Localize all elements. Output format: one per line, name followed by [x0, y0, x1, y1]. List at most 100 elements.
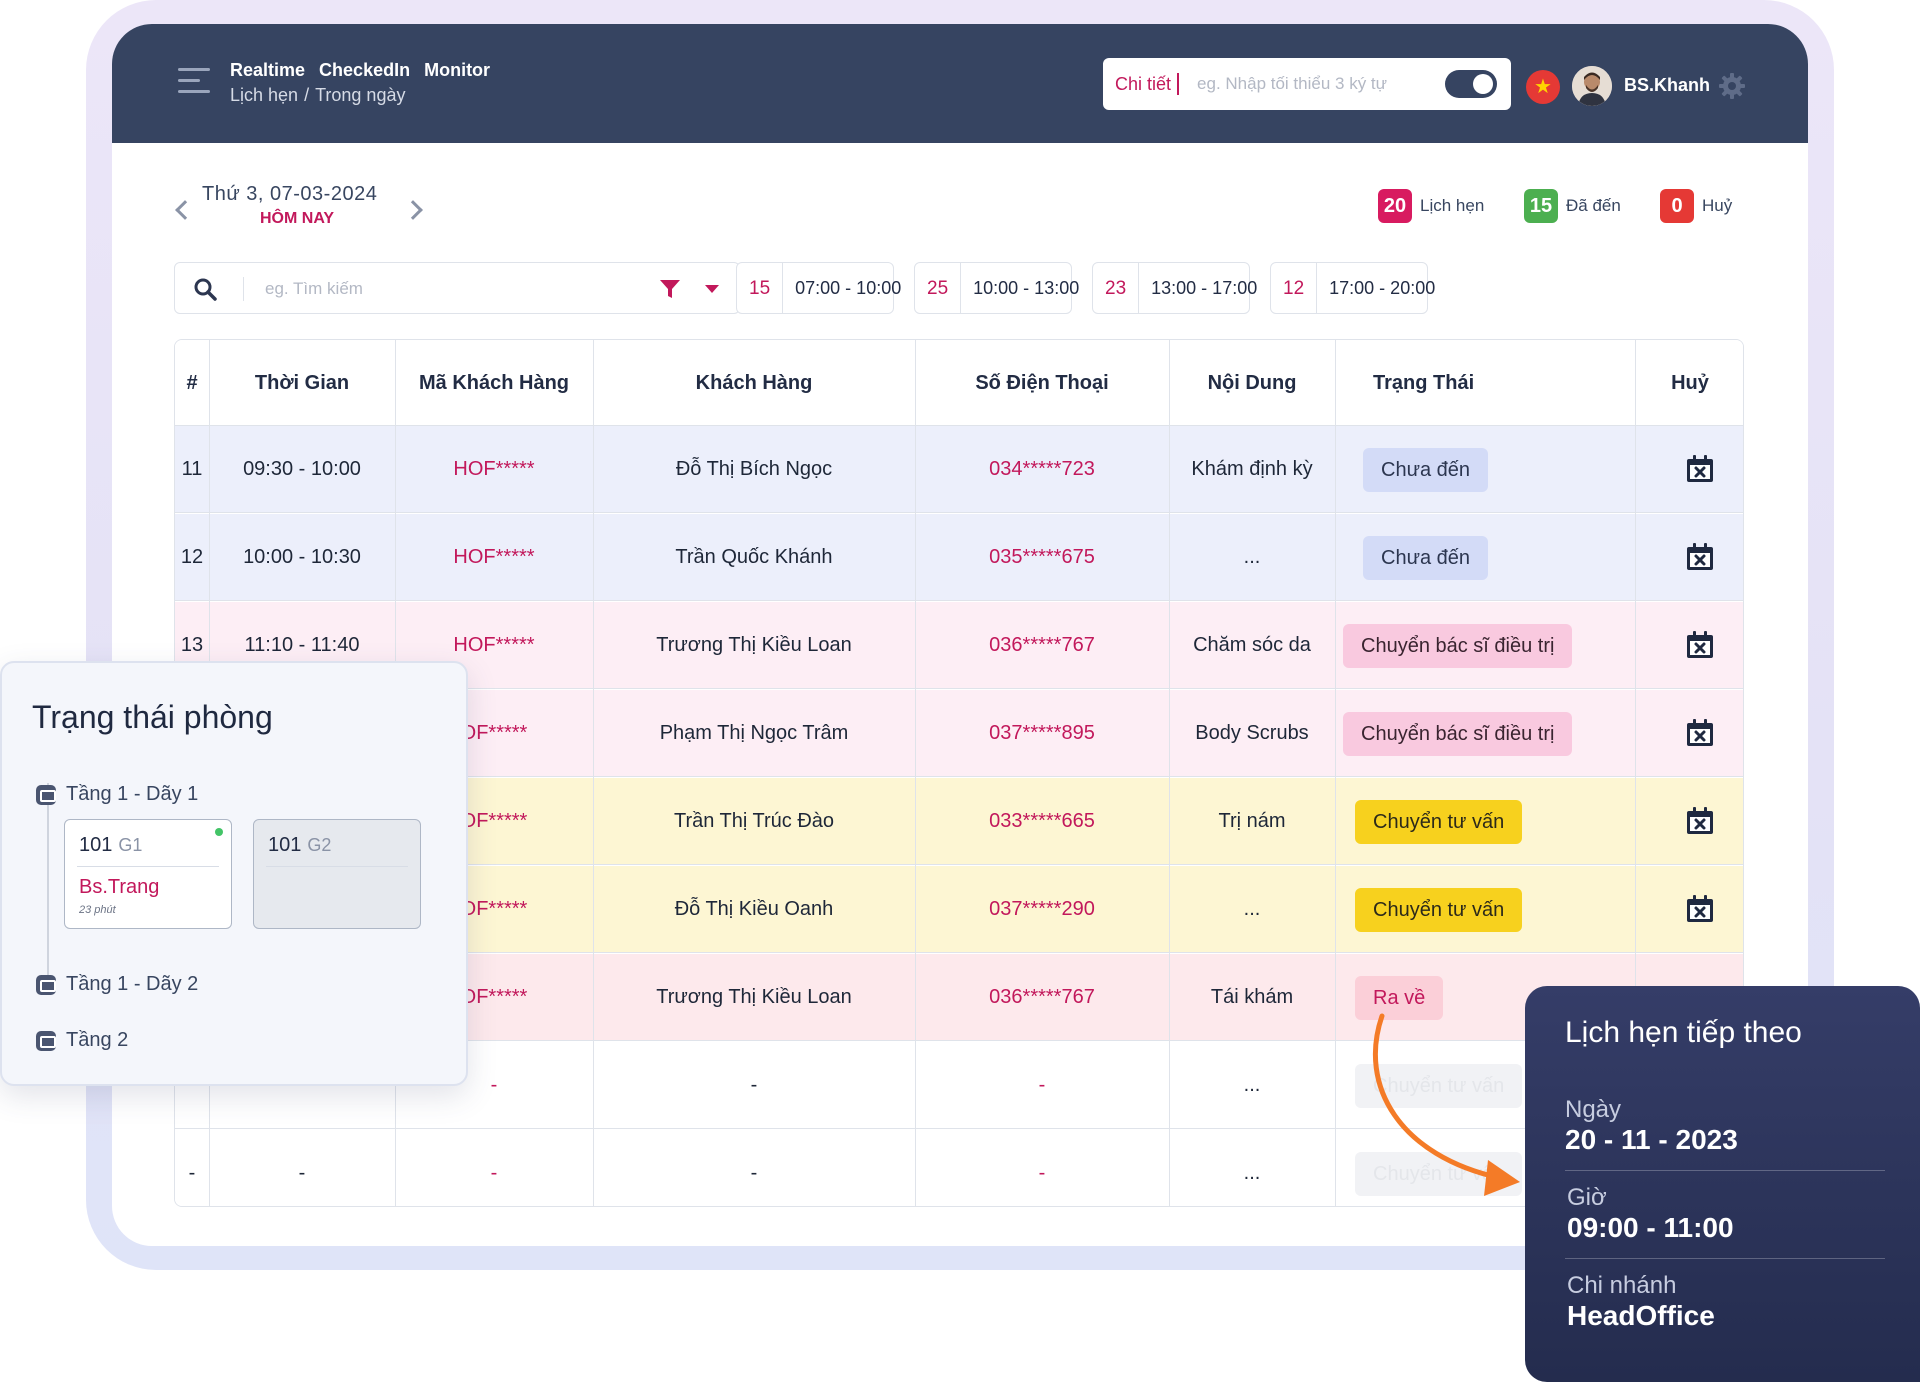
status-badge[interactable]: Chuyển bác sĩ điều trị: [1343, 712, 1573, 756]
search-mode-label[interactable]: Chi tiết: [1115, 74, 1171, 95]
room-number: 101 G2: [268, 834, 332, 856]
status-badge[interactable]: Chưa đến: [1363, 536, 1489, 580]
floor-2[interactable]: Tầng 2: [36, 1029, 128, 1052]
tab-monitor[interactable]: Monitor: [424, 60, 490, 81]
room-number: 101 G1: [79, 834, 143, 856]
filter-dropdown-chevron-icon[interactable]: [705, 285, 719, 293]
time-slot-count: 25: [915, 263, 962, 313]
time-slot-range: 13:00 - 17:00: [1151, 277, 1258, 298]
cell-phone: 033*****665: [989, 810, 1095, 832]
branch-value: HeadOffice: [1567, 1300, 1715, 1331]
cell-content: Body Scrubs: [1195, 722, 1309, 744]
cell-name: Trương Thị Kiều Loan: [656, 634, 852, 656]
time-slot-range: 17:00 - 20:00: [1329, 277, 1436, 298]
avatar[interactable]: [1572, 66, 1612, 106]
cell-content: Trị nám: [1218, 810, 1286, 832]
table-header: # Thời Gian Mã Khách Hàng Khách Hàng Số …: [175, 340, 1743, 426]
table-search-input[interactable]: [265, 275, 645, 303]
next-appointment-panel: Lịch hẹn tiếp theo Ngày 20 - 11 - 2023 G…: [1525, 986, 1920, 1382]
floor-label: Tầng 1 - Dãy 1: [66, 783, 199, 805]
cell-phone: 036*****767: [989, 634, 1095, 656]
cancelled-count: 0: [1660, 189, 1694, 223]
time-slot-1[interactable]: 15 07:00 - 10:00: [736, 262, 901, 314]
cell-name: Trần Thị Trúc Đào: [673, 810, 835, 832]
column-header-status[interactable]: Trạng Thái: [1335, 340, 1515, 426]
table-row[interactable]: 11 09:30 - 10:00 HOF***** Đỗ Thị Bích Ngọc 0…: [175, 426, 1743, 513]
cell-phone: 035*****675: [989, 546, 1095, 568]
calendar-cancel-icon[interactable]: [1685, 542, 1715, 572]
gear-icon[interactable]: [1718, 72, 1746, 100]
summary-arrived[interactable]: 15 Đã đến: [1524, 189, 1621, 223]
calendar-cancel-icon[interactable]: [1685, 806, 1715, 836]
time-slot-count: 23: [1093, 263, 1140, 313]
user-avatar-icon: [1572, 66, 1612, 106]
layers-icon: [36, 1030, 56, 1051]
prev-day-chevron-icon[interactable]: [175, 200, 195, 220]
calendar-cancel-icon[interactable]: [1685, 454, 1715, 484]
cancelled-label: Huỷ: [1702, 196, 1733, 215]
floor-label: Tầng 1 - Dãy 2: [66, 973, 199, 995]
summary-appointments[interactable]: 20 Lịch hẹn: [1378, 189, 1484, 223]
summary-cancelled[interactable]: 0 Huỷ: [1660, 189, 1732, 223]
appointments-label: Lịch hẹn: [1420, 196, 1485, 215]
table-search-box: [174, 262, 740, 314]
column-header-customer-code[interactable]: Mã Khách Hàng: [395, 340, 593, 426]
column-divider: [1335, 340, 1336, 1206]
calendar-cancel-icon[interactable]: [1685, 894, 1715, 924]
nav-tabs: Realtime CheckedIn Monitor: [230, 60, 490, 81]
floor-label: Tầng 2: [66, 1029, 129, 1051]
breadcrumb-today: Trong ngày: [315, 85, 406, 105]
time-slot-3[interactable]: 23 13:00 - 17:00: [1092, 262, 1257, 314]
detail-search-box: Chi tiết: [1103, 58, 1511, 110]
table-row[interactable]: 12 10:00 - 10:30 HOF***** Trần Quốc Khánh 03…: [175, 514, 1743, 601]
floor-1-row-2[interactable]: Tầng 1 - Dãy 2: [36, 973, 198, 996]
status-badge[interactable]: Chuyển tư vấn: [1355, 800, 1523, 844]
floor-1-row-1[interactable]: Tầng 1 - Dãy 1: [36, 783, 198, 806]
cell-content: Chăm sóc da: [1193, 634, 1311, 656]
room-status-title: Trạng thái phòng: [32, 699, 273, 735]
layers-icon: [36, 784, 56, 805]
room-card-g1[interactable]: 101 G1 Bs.Trang 23 phút: [64, 819, 232, 929]
room-status-panel: Trạng thái phòng Tầng 1 - Dãy 1 101 G1 Bs…: [0, 661, 468, 1086]
column-header-time[interactable]: Thời Gian: [209, 340, 395, 426]
user-name[interactable]: BS.Khanh: [1624, 75, 1710, 96]
cell-no: -: [188, 1162, 196, 1184]
column-divider: [1169, 340, 1170, 1206]
cell-name: Đỗ Thị Kiều Oanh: [674, 898, 834, 920]
column-header-content[interactable]: Nội Dung: [1169, 340, 1335, 426]
current-date: Thứ 3, 07-03-2024: [202, 183, 378, 205]
filter-icon[interactable]: [659, 278, 681, 300]
search-icon[interactable]: [193, 277, 217, 301]
cell-content: ...: [1243, 1074, 1261, 1096]
column-header-phone[interactable]: Số Điện Thoại: [915, 340, 1169, 426]
time-label: Giờ: [1567, 1184, 1607, 1211]
cell-name: Trương Thị Kiều Loan: [656, 986, 852, 1008]
time-slot-2[interactable]: 25 10:00 - 13:00: [914, 262, 1079, 314]
cell-content: ...: [1243, 546, 1261, 568]
column-header-cancel: Huỷ: [1671, 372, 1709, 394]
hamburger-menu-icon[interactable]: [178, 68, 210, 96]
status-badge[interactable]: Chuyển bác sĩ điều trị: [1343, 624, 1573, 668]
arrived-count: 15: [1524, 189, 1558, 223]
breadcrumb-appointments[interactable]: Lịch hẹn: [230, 85, 298, 106]
calendar-cancel-icon[interactable]: [1685, 718, 1715, 748]
status-badge[interactable]: Chưa đến: [1363, 448, 1489, 492]
tab-checkedin[interactable]: CheckedIn: [319, 60, 410, 81]
today-label[interactable]: HÔM NAY: [260, 210, 334, 228]
time-slot-4[interactable]: 12 17:00 - 20:00: [1270, 262, 1435, 314]
next-day-chevron-icon[interactable]: [403, 200, 423, 220]
breadcrumb: Lịch hẹn / Trong ngày: [230, 85, 405, 106]
cell-phone: 034*****723: [989, 458, 1095, 480]
cell-phone: 037*****895: [989, 722, 1095, 744]
calendar-cancel-icon[interactable]: [1685, 630, 1715, 660]
vietnam-flag-icon[interactable]: ★: [1526, 70, 1560, 104]
tab-realtime[interactable]: Realtime: [230, 60, 305, 81]
cell-code: HOF*****: [453, 546, 535, 568]
detail-search-input[interactable]: [1197, 74, 1418, 94]
room-divider: [77, 866, 219, 867]
status-badge[interactable]: Chuyển tư vấn: [1355, 888, 1523, 932]
date-value: 20 - 11 - 2023: [1565, 1124, 1738, 1155]
column-header-customer[interactable]: Khách Hàng: [593, 340, 915, 426]
room-card-g2[interactable]: 101 G2: [253, 819, 421, 929]
search-toggle[interactable]: [1445, 70, 1497, 98]
